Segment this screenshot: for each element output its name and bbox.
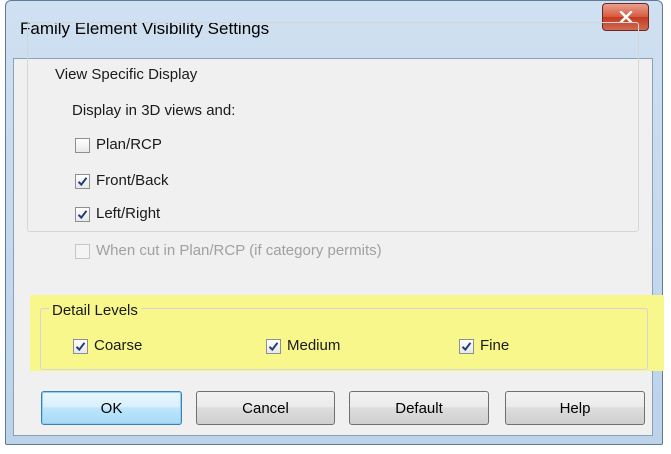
cancel-button[interactable]: Cancel	[196, 391, 335, 425]
default-button[interactable]: Default	[349, 391, 489, 425]
checkbox-box[interactable]	[266, 338, 281, 354]
checkbox-box[interactable]	[75, 173, 90, 189]
checkmark-icon	[77, 209, 88, 219]
checkbox-fine[interactable]: Fine	[459, 335, 509, 357]
checkbox-label: Left/Right	[96, 205, 161, 222]
checkbox-front-back[interactable]: Front/Back	[75, 170, 169, 192]
checkbox-label: Coarse	[94, 337, 143, 354]
ok-button[interactable]: OK	[41, 391, 182, 425]
view-specific-display-group	[27, 22, 639, 232]
view-specific-display-label: View Specific Display	[52, 66, 201, 84]
checkbox-left-right[interactable]: Left/Right	[75, 203, 160, 225]
detail-levels-label: Detail Levels	[49, 302, 141, 320]
checkbox-label: Plan/RCP	[96, 136, 162, 153]
checkmark-icon	[77, 176, 88, 186]
display-in-3d-label: Display in 3D views and:	[72, 102, 236, 119]
checkbox-box[interactable]	[75, 206, 90, 222]
checkbox-medium[interactable]: Medium	[266, 335, 340, 357]
checkbox-when-cut[interactable]: When cut in Plan/RCP (if category permit…	[75, 240, 382, 262]
checkbox-plan-rcp[interactable]: Plan/RCP	[75, 134, 162, 156]
checkbox-label: Fine	[480, 337, 510, 354]
checkmark-icon	[75, 341, 86, 351]
checkmark-icon	[461, 341, 472, 351]
checkbox-label: When cut in Plan/RCP (if category permit…	[96, 242, 382, 259]
checkmark-icon	[268, 341, 279, 351]
checkbox-box[interactable]	[73, 338, 88, 354]
checkbox-label: Medium	[287, 337, 341, 354]
checkbox-box[interactable]	[459, 338, 474, 354]
help-button[interactable]: Help	[505, 391, 645, 425]
checkbox-label: Front/Back	[96, 172, 169, 189]
checkbox-coarse[interactable]: Coarse	[73, 335, 142, 357]
checkbox-box[interactable]	[75, 243, 90, 259]
checkbox-box[interactable]	[75, 137, 90, 153]
